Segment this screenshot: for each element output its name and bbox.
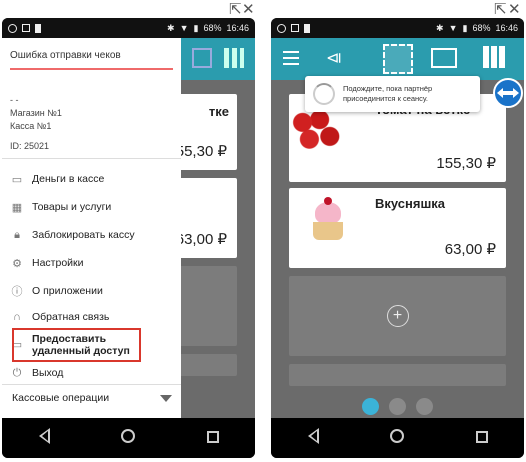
android-nav-bar [271,418,524,458]
page-indicator [271,398,524,415]
menu-item-label: Товары и услуги [32,201,112,213]
section-cash-operations[interactable]: Кассовые операции [12,392,109,404]
app-icon [304,23,310,33]
app-icon [35,23,41,33]
remote-session-toast: Подождите, пока партнёр присоединится к … [305,76,480,112]
menu-item-label: Заблокировать кассу [32,229,135,241]
menu-item-settings[interactable]: ⚙ Настройки [2,250,181,276]
teamviewer-icon[interactable] [493,78,523,108]
page-dot[interactable] [416,398,433,415]
notification-icon [291,24,299,32]
divider [2,384,181,385]
tiles-icon[interactable] [383,44,413,74]
product-price: 63,00 ₽ [444,241,496,258]
receipt-icon[interactable] [431,48,457,68]
menu-item-exit[interactable]: ⏻ Выход [2,360,181,386]
store-name: Магазин №1 [10,108,62,118]
phone-left: ✱ ▼ ▮ 68% 16:46 тке 155,30 ₽ 63,00 ₽ Ошибка … [2,18,255,458]
home-icon [121,429,136,443]
product-price: 155,30 ₽ [436,155,496,172]
android-nav-bar [2,418,255,458]
clock: 16:46 [226,23,249,33]
error-status[interactable]: Ошибка отправки чеков [10,50,121,61]
phone-right: ✱ ▼ ▮ 68% 16:46 ⧏ Томат на ветке 155,30 ₽ Вк… [271,18,524,458]
menu-item-about[interactable]: ⓘ О приложении [2,278,181,304]
navigation-drawer: Ошибка отправки чеков - - Магазин №1 Кас… [2,38,181,418]
battery-level: 68% [203,23,222,33]
menu-icon[interactable] [283,51,299,65]
wifi-icon: ▼ [179,23,189,33]
power-icon: ⏻ [12,366,22,379]
gear-icon: ⚙ [12,257,22,270]
lock-icon: 🔒︎ [14,228,20,241]
divider [2,158,181,159]
add-product-card[interactable]: + [289,276,506,356]
menu-item-feedback[interactable]: ∩ Обратная связь [2,304,181,330]
recents-icon [475,431,488,443]
add-icon[interactable]: + [386,305,409,327]
recents-button[interactable] [462,428,502,448]
menu-item-lock[interactable]: 🔒︎ Заблокировать кассу [2,222,181,248]
register-name: Касса №1 [10,121,52,131]
app-toolbar: ⧏ [271,38,524,80]
product-name: тке [208,104,229,119]
highlight-box [12,328,141,362]
maximize-icon[interactable]: ⇱ [229,2,242,18]
grid-icon[interactable] [483,46,505,68]
menu-item-label: Настройки [32,257,84,269]
menu-item-label: Деньги в кассе [32,173,105,185]
headset-icon: ∩ [13,311,21,323]
store-dash: - - [10,95,19,105]
menu-item-label: Обратная связь [32,311,110,323]
sliders-icon[interactable]: ⧏ [321,48,347,68]
menu-item-label: О приложении [32,285,103,297]
bluetooth-icon: ✱ [436,22,444,33]
maximize-icon[interactable]: ⇱ [494,2,507,18]
product-price: 63,00 ₽ [175,231,227,248]
back-icon [307,427,319,444]
info-icon: ⓘ [11,286,23,298]
status-bar: ✱ ▼ ▮ 68% 16:46 [2,18,255,38]
eye-icon [8,23,17,33]
eye-icon [277,23,286,33]
menu-item-cash[interactable]: ▭ Деньги в кассе [2,166,181,192]
cupcake-image [309,197,347,242]
clock: 16:46 [495,23,518,33]
notification-icon [22,24,30,32]
recents-icon [206,431,219,443]
cart-icon[interactable] [192,48,212,68]
back-button[interactable] [24,427,64,449]
back-icon [38,427,50,444]
menu-item-goods[interactable]: ▦ Товары и услуги [2,194,181,220]
home-button[interactable] [377,428,417,448]
chevron-down-icon[interactable] [160,395,172,402]
home-icon [390,429,405,443]
home-button[interactable] [108,428,148,448]
product-card[interactable]: Вкусняшка 63,00 ₽ [289,188,506,268]
status-bar: ✱ ▼ ▮ 68% 16:46 [271,18,524,38]
toast-message: Подождите, пока партнёр присоединится к … [343,84,433,103]
battery-level: 68% [472,23,491,33]
battery-icon: ▮ [193,22,199,33]
cash-icon: ▭ [11,173,23,186]
battery-icon: ▮ [462,22,468,33]
close-icon[interactable]: ✕ [242,2,255,18]
grid-icon[interactable] [224,48,244,68]
goods-icon: ▦ [11,201,23,214]
product-name: Вкусняшка [375,196,446,211]
product-grid: Томат на ветке 155,30 ₽ Вкусняшка 63,00 … [271,80,524,418]
close-icon[interactable]: ✕ [508,2,521,18]
recents-button[interactable] [193,428,233,448]
wifi-icon: ▼ [448,23,458,33]
register-id: ID: 25021 [10,141,50,151]
empty-slot[interactable] [289,364,506,386]
bluetooth-icon: ✱ [167,22,175,33]
back-button[interactable] [293,427,333,449]
menu-item-label: Выход [32,367,64,379]
loading-spinner [313,83,335,105]
page-dot[interactable] [389,398,406,415]
page-dot[interactable] [362,398,379,415]
error-underline [10,68,173,70]
